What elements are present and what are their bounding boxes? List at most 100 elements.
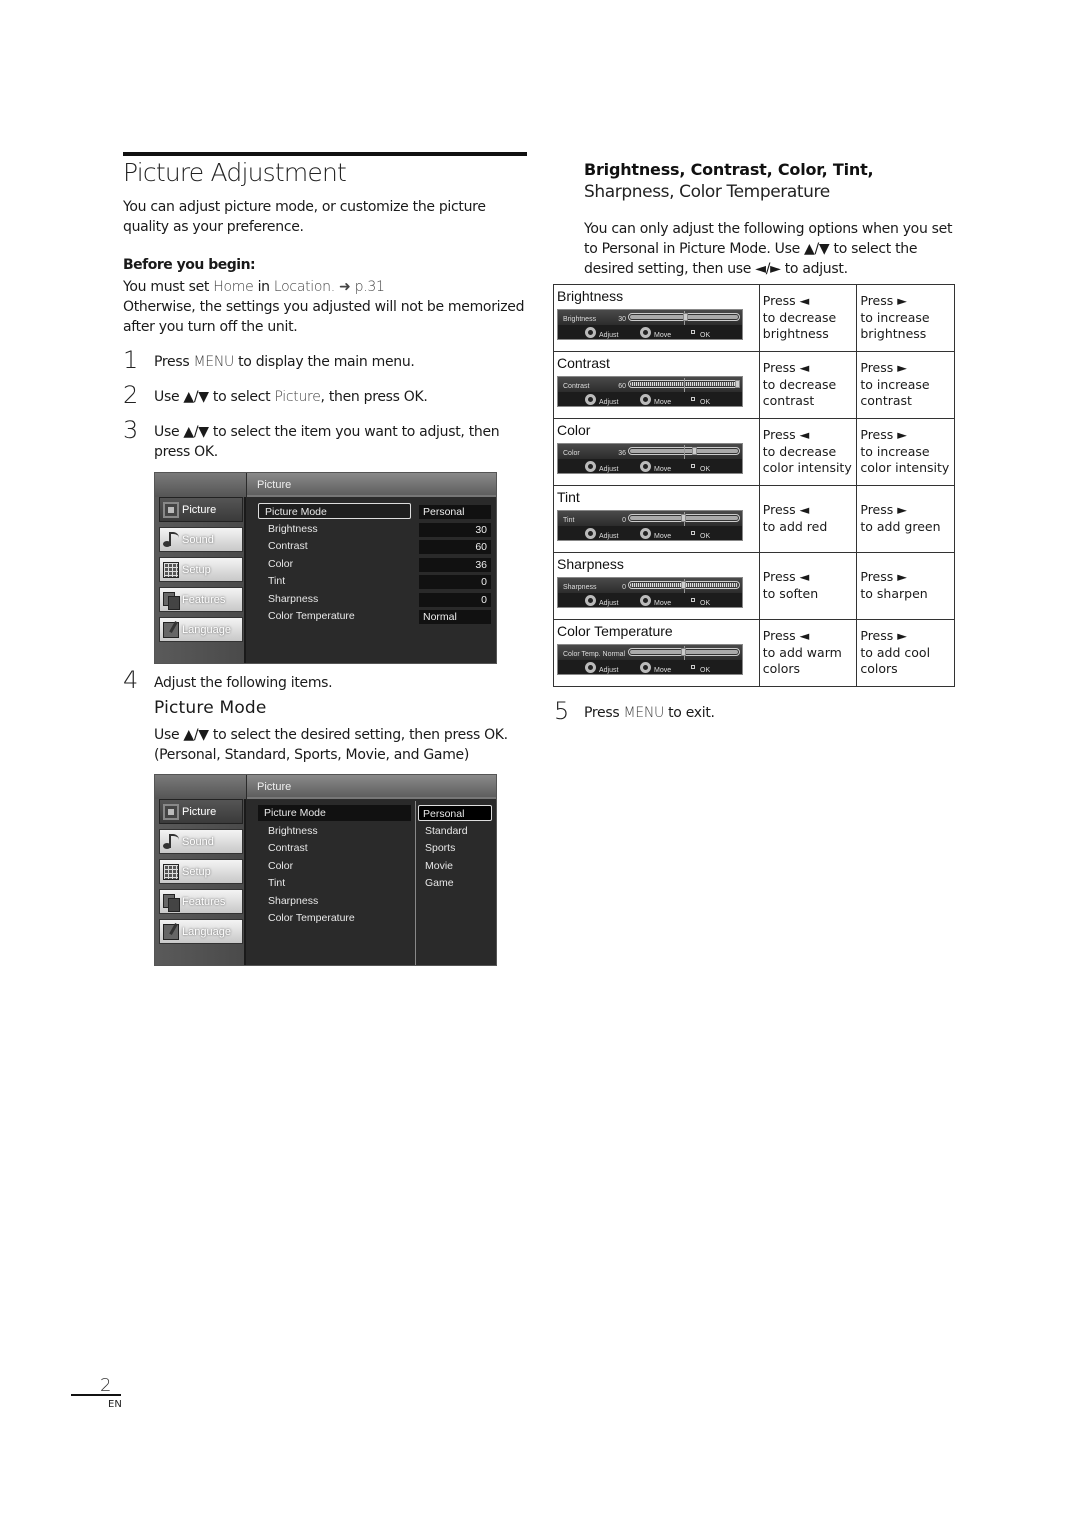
- before-you-begin-label: Before you begin:: [123, 257, 256, 273]
- sidebar-item-setup[interactable]: Setup: [159, 557, 243, 582]
- adjust-hint: Adjust: [599, 399, 619, 406]
- features-icon: [163, 592, 180, 610]
- osd-level-knob[interactable]: [681, 648, 686, 656]
- menu-item-color[interactable]: Color: [268, 858, 293, 874]
- move-dpad-icon: [640, 528, 651, 539]
- text: Use ▲/▼ to select: [154, 389, 275, 405]
- intro-text: You can adjust picture mode, or customiz…: [123, 199, 486, 235]
- sidebar-item-setup[interactable]: Setup: [159, 859, 243, 884]
- move-hint: Move: [654, 399, 672, 406]
- increase-text: to increase brightness: [860, 309, 930, 342]
- decrease-cell: Press ◄ to decrease color intensity: [758, 418, 858, 486]
- step-number: 4: [123, 666, 139, 694]
- move-dpad-icon: [640, 394, 651, 405]
- menu-value-sharpness: 0: [419, 593, 491, 607]
- ok-hint: OK: [700, 332, 711, 339]
- sidebar-item-features[interactable]: Features: [159, 889, 243, 914]
- osd-level-knob[interactable]: [683, 313, 688, 321]
- osd-hints: Adjust Move OK: [558, 660, 742, 675]
- setting-title: Color: [557, 422, 591, 438]
- menu-value-color: 36: [419, 558, 491, 572]
- increase-cell: Press ► to increase brightness: [856, 284, 955, 352]
- menu-item-color[interactable]: Color: [268, 556, 293, 572]
- before-you-begin-text: You must set Home in Location. ➜ p.31 Ot…: [123, 277, 533, 337]
- decrease-cell: Press ◄ to soften: [758, 552, 858, 620]
- osd-level-knob[interactable]: [681, 581, 686, 589]
- osd-level-knob[interactable]: [692, 447, 697, 455]
- osd-level-bar[interactable]: [628, 445, 740, 459]
- sidebar-item-features[interactable]: Features: [159, 587, 243, 612]
- sidebar-item-language[interactable]: Language: [159, 617, 243, 642]
- decrease-text: to add red: [762, 518, 828, 534]
- sidebar-item-sound[interactable]: Sound: [159, 527, 243, 552]
- move-hint: Move: [654, 600, 672, 607]
- setting-cell: Color Temperature Color Temp. Normal Adjus…: [553, 619, 760, 687]
- menu-item-brightness[interactable]: Brightness: [268, 521, 318, 537]
- sidebar-item-picture[interactable]: Picture: [159, 799, 243, 824]
- step-number: 3: [123, 416, 139, 444]
- option-personal[interactable]: Personal: [418, 805, 492, 821]
- menu-item-sharpness[interactable]: Sharpness: [268, 591, 318, 607]
- ok-hint: OK: [700, 466, 711, 473]
- language-icon: [163, 622, 179, 638]
- increase-press: Press ►: [860, 360, 907, 375]
- decrease-press: Press ◄: [762, 360, 810, 375]
- ok-hint: OK: [700, 533, 711, 540]
- menu-item-brightness[interactable]: Brightness: [268, 823, 318, 839]
- menu-item-tint[interactable]: Tint: [268, 573, 285, 589]
- language-icon: [163, 924, 179, 940]
- menu-item-contrast[interactable]: Contrast: [268, 840, 308, 856]
- osd-level-bar[interactable]: [628, 579, 740, 593]
- increase-cell: Press ► to add cool colors: [856, 619, 955, 687]
- osd-center-mark: [684, 378, 685, 392]
- sidebar-item-picture[interactable]: Picture: [159, 497, 243, 522]
- option-game[interactable]: Game: [421, 875, 454, 891]
- menu-key: MENU: [623, 705, 665, 721]
- move-hint: Move: [654, 667, 672, 674]
- decrease-cell: Press ◄ to add warm colors: [758, 619, 858, 687]
- column-divider: [415, 801, 416, 965]
- step-2-text: Use ▲/▼ to select Picture, then press OK…: [154, 387, 428, 407]
- osd-level-knob[interactable]: [681, 514, 686, 522]
- sidebar-item-language[interactable]: Language: [159, 919, 243, 944]
- text: in: [253, 279, 274, 295]
- setting-cell: Contrast Contrast 60 Adjust Move OK: [553, 351, 760, 419]
- table-row-brightness: Brightness Brightness 30 Adjust Move OK Press …: [553, 284, 955, 352]
- decrease-cell: Press ◄ to decrease contrast: [758, 351, 858, 419]
- adjust-dpad-icon: [585, 394, 596, 405]
- option-movie[interactable]: Movie: [421, 858, 453, 874]
- adjust-hint: Adjust: [599, 667, 619, 674]
- sidebar-header: [155, 473, 246, 497]
- decrease-text: to decrease color intensity: [762, 443, 852, 476]
- menu-item-contrast[interactable]: Contrast: [268, 538, 308, 554]
- menu-item-color-temperature[interactable]: Color Temperature: [268, 910, 355, 926]
- menu-item-picture-mode[interactable]: Picture Mode: [258, 503, 411, 519]
- picture-key: Picture: [274, 389, 321, 405]
- ok-hint: OK: [700, 600, 711, 607]
- osd-level-bar[interactable]: [628, 378, 740, 392]
- menu-item-color-temperature[interactable]: Color Temperature: [268, 608, 355, 624]
- option-standard[interactable]: Standard: [421, 823, 468, 839]
- menu-value-contrast: 60: [419, 540, 491, 554]
- menu-item-tint[interactable]: Tint: [268, 875, 285, 891]
- setting-cell: Tint Tint 0 Adjust Move OK: [553, 485, 760, 553]
- setting-cell: Color Color 36 Adjust Move OK: [553, 418, 760, 486]
- menu-item-picture-mode[interactable]: Picture Mode: [258, 805, 411, 821]
- label: Setup: [182, 866, 211, 878]
- increase-press: Press ►: [860, 427, 907, 442]
- menu-item-sharpness[interactable]: Sharpness: [268, 893, 318, 909]
- osd-level-bar[interactable]: [628, 311, 740, 325]
- osd-level-bar[interactable]: [628, 512, 740, 526]
- osd-level-knob[interactable]: [735, 380, 740, 388]
- osd-level-bar[interactable]: [628, 646, 740, 660]
- osd-hints: Adjust Move OK: [558, 325, 742, 340]
- decrease-cell: Press ◄ to decrease brightness: [758, 284, 858, 352]
- sidebar-item-sound[interactable]: Sound: [159, 829, 243, 854]
- option-sports[interactable]: Sports: [421, 840, 455, 856]
- sound-icon: [163, 532, 179, 548]
- decrease-press: Press ◄: [762, 293, 810, 308]
- increase-text: to increase color intensity: [860, 443, 950, 476]
- label: Picture: [182, 806, 217, 818]
- step-5-text: Press MENU to exit.: [584, 703, 715, 723]
- page-reference: . ➜ p.31: [330, 279, 385, 295]
